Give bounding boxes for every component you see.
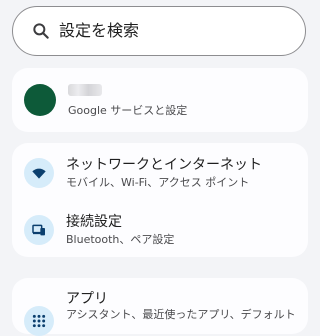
settings-item-apps[interactable]: アプリ アシスタント、最近使ったアプリ、デフォルト (12, 278, 308, 336)
connected-devices-icon (32, 224, 45, 236)
avatar[interactable] (24, 84, 56, 116)
settings-item-title: アプリ (66, 291, 108, 307)
settings-item-network[interactable]: ネットワークとインターネット モバイル、Wi-Fi、アクセス ポイント (12, 143, 308, 199)
account-subtitle: Google サービスと設定 (68, 104, 188, 117)
settings-item-subtitle: モバイル、Wi-Fi、アクセス ポイント (66, 176, 250, 189)
search-placeholder: 設定を検索 (59, 21, 140, 40)
wifi-icon-badge (24, 158, 54, 188)
account-card[interactable]: Google サービスと設定 (12, 68, 308, 132)
apps-card: アプリ アシスタント、最近使ったアプリ、デフォルト (12, 278, 308, 336)
apps-grid-icon (32, 314, 46, 328)
search-icon (33, 23, 49, 39)
wifi-icon (32, 168, 46, 179)
apps-icon-badge (24, 306, 54, 336)
settings-item-connected-devices[interactable]: 接続設定 Bluetooth、ペア設定 (12, 201, 308, 257)
search-bar[interactable]: 設定を検索 (12, 6, 306, 56)
connectivity-card: ネットワークとインターネット モバイル、Wi-Fi、アクセス ポイント 接続設定… (12, 143, 308, 257)
account-name-redacted (68, 84, 102, 96)
connected-devices-icon-badge (24, 215, 54, 245)
settings-item-title: ネットワークとインターネット (66, 157, 262, 173)
settings-item-title: 接続設定 (66, 214, 122, 230)
settings-item-subtitle: Bluetooth、ペア設定 (66, 233, 175, 246)
